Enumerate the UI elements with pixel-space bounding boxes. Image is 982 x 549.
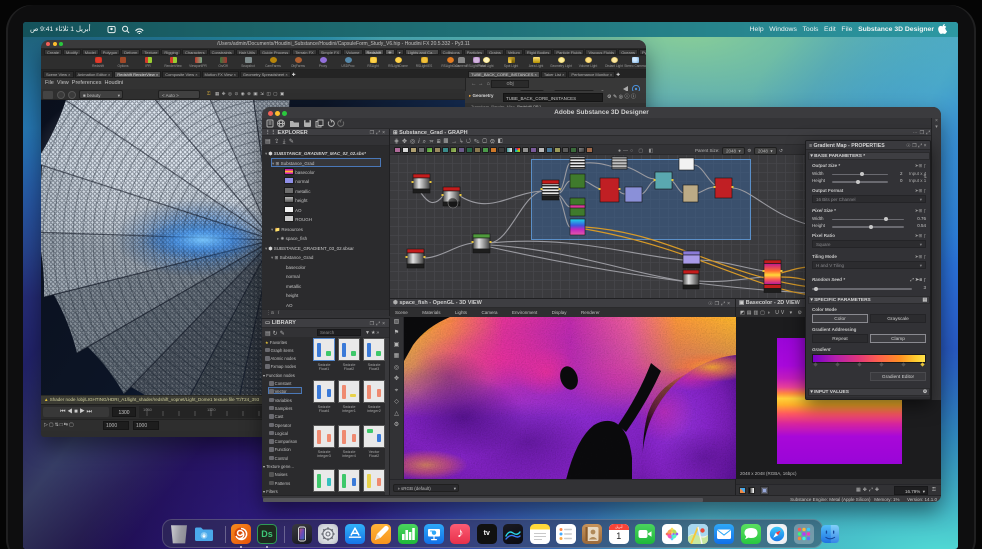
svg-text:1060: 1060 [143, 407, 153, 412]
svg-text:1120: 1120 [207, 407, 216, 412]
